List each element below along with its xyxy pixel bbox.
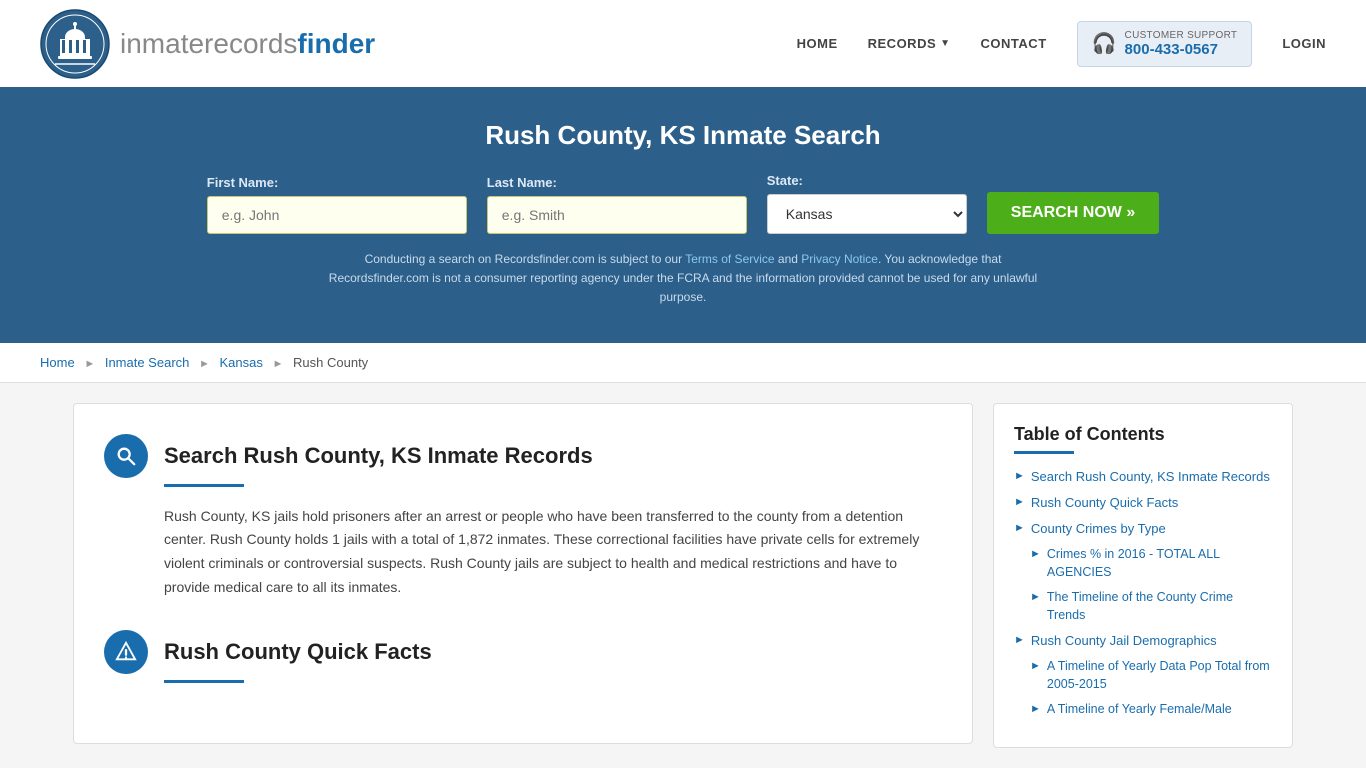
- breadcrumb-kansas[interactable]: Kansas: [220, 355, 263, 370]
- section1-header: Search Rush County, KS Inmate Records: [104, 434, 942, 478]
- alert-icon-circle: [104, 630, 148, 674]
- first-name-input[interactable]: [207, 196, 467, 234]
- logo-area: inmaterecordsfinder: [40, 9, 375, 79]
- support-number: 800-433-0567: [1125, 41, 1238, 58]
- state-group: State: Kansas Alabama Alaska Arizona Cal…: [767, 173, 967, 234]
- content-area: Search Rush County, KS Inmate Records Ru…: [73, 403, 973, 744]
- breadcrumb-sep-2: ►: [199, 358, 210, 370]
- toc-link-4[interactable]: Crimes % in 2016 - TOTAL ALL AGENCIES: [1047, 546, 1272, 581]
- main-container: Search Rush County, KS Inmate Records Ru…: [43, 403, 1323, 748]
- main-nav: HOME RECORDS ▼ CONTACT 🎧 CUSTOMER SUPPOR…: [797, 21, 1326, 67]
- section2-title: Rush County Quick Facts: [164, 639, 432, 665]
- toc-link-6[interactable]: Rush County Jail Demographics: [1031, 632, 1217, 650]
- toc-chevron-icon-3: ►: [1014, 522, 1025, 534]
- search-now-button[interactable]: SEARCH NOW »: [987, 192, 1159, 234]
- toc-link-7[interactable]: A Timeline of Yearly Data Pop Total from…: [1047, 658, 1272, 693]
- section1-body: Rush County, KS jails hold prisoners aft…: [164, 505, 942, 600]
- toc-item-2[interactable]: ► Rush County Quick Facts: [1014, 494, 1272, 512]
- hero-disclaimer: Conducting a search on Recordsfinder.com…: [323, 250, 1043, 308]
- section-quick-facts: Rush County Quick Facts: [104, 630, 942, 683]
- search-icon: [115, 445, 137, 467]
- last-name-group: Last Name:: [487, 175, 747, 234]
- toc-item-6[interactable]: ► Rush County Jail Demographics: [1014, 632, 1272, 650]
- state-label: State:: [767, 173, 967, 188]
- toc-sub-demographics: ► A Timeline of Yearly Data Pop Total fr…: [1030, 658, 1272, 719]
- logo-text: inmaterecordsfinder: [120, 28, 375, 60]
- tos-link[interactable]: Terms of Service: [685, 252, 774, 266]
- toc-item-5[interactable]: ► The Timeline of the County Crime Trend…: [1030, 589, 1272, 624]
- support-info: CUSTOMER SUPPORT 800-433-0567: [1125, 30, 1238, 58]
- breadcrumb: Home ► Inmate Search ► Kansas ► Rush Cou…: [0, 343, 1366, 383]
- nav-login[interactable]: LOGIN: [1282, 36, 1326, 51]
- breadcrumb-current: Rush County: [293, 355, 368, 370]
- search-icon-circle: [104, 434, 148, 478]
- nav-records[interactable]: RECORDS ▼: [868, 36, 951, 51]
- last-name-input[interactable]: [487, 196, 747, 234]
- toc-chevron-icon-1: ►: [1014, 470, 1025, 482]
- toc-chevron-icon-6: ►: [1014, 634, 1025, 646]
- section1-divider: [164, 484, 244, 487]
- headphone-icon: 🎧: [1092, 31, 1117, 56]
- section1-title: Search Rush County, KS Inmate Records: [164, 443, 593, 469]
- toc-box: Table of Contents ► Search Rush County, …: [993, 403, 1293, 748]
- breadcrumb-sep-3: ►: [273, 358, 284, 370]
- state-select[interactable]: Kansas Alabama Alaska Arizona California…: [767, 194, 967, 234]
- toc-link-2[interactable]: Rush County Quick Facts: [1031, 494, 1178, 512]
- first-name-label: First Name:: [207, 175, 467, 190]
- toc-chevron-icon-5: ►: [1030, 591, 1041, 603]
- section2-header: Rush County Quick Facts: [104, 630, 942, 674]
- toc-title: Table of Contents: [1014, 424, 1272, 445]
- logo-icon: [40, 9, 110, 79]
- toc-sub-crimes: ► Crimes % in 2016 - TOTAL ALL AGENCIES …: [1030, 546, 1272, 624]
- support-label: CUSTOMER SUPPORT: [1125, 30, 1238, 41]
- first-name-group: First Name:: [207, 175, 467, 234]
- toc-link-3[interactable]: County Crimes by Type: [1031, 520, 1166, 538]
- toc-divider: [1014, 451, 1074, 454]
- toc-item-4[interactable]: ► Crimes % in 2016 - TOTAL ALL AGENCIES: [1030, 546, 1272, 581]
- toc-item-7[interactable]: ► A Timeline of Yearly Data Pop Total fr…: [1030, 658, 1272, 693]
- breadcrumb-home[interactable]: Home: [40, 355, 75, 370]
- breadcrumb-sep-1: ►: [84, 358, 95, 370]
- breadcrumb-inmate-search[interactable]: Inmate Search: [105, 355, 190, 370]
- toc-link-5[interactable]: The Timeline of the County Crime Trends: [1047, 589, 1272, 624]
- toc-chevron-icon-2: ►: [1014, 496, 1025, 508]
- toc-chevron-icon-8: ►: [1030, 703, 1041, 715]
- hero-title: Rush County, KS Inmate Search: [40, 120, 1326, 151]
- search-form: First Name: Last Name: State: Kansas Ala…: [40, 173, 1326, 234]
- hero-section: Rush County, KS Inmate Search First Name…: [0, 90, 1366, 343]
- toc-link-1[interactable]: Search Rush County, KS Inmate Records: [1031, 468, 1270, 486]
- toc-item-8[interactable]: ► A Timeline of Yearly Female/Male: [1030, 701, 1272, 719]
- nav-home[interactable]: HOME: [797, 36, 838, 51]
- customer-support-box: 🎧 CUSTOMER SUPPORT 800-433-0567: [1077, 21, 1253, 67]
- records-chevron-down-icon: ▼: [940, 38, 950, 49]
- section-inmate-records: Search Rush County, KS Inmate Records Ru…: [104, 434, 942, 600]
- toc-item-3[interactable]: ► County Crimes by Type: [1014, 520, 1272, 538]
- privacy-link[interactable]: Privacy Notice: [801, 252, 878, 266]
- toc-link-8[interactable]: A Timeline of Yearly Female/Male: [1047, 701, 1232, 719]
- toc-chevron-icon-4: ►: [1030, 548, 1041, 560]
- sidebar: Table of Contents ► Search Rush County, …: [993, 403, 1293, 748]
- toc-chevron-icon-7: ►: [1030, 660, 1041, 672]
- section2-divider: [164, 680, 244, 683]
- site-header: inmaterecordsfinder HOME RECORDS ▼ CONTA…: [0, 0, 1366, 90]
- toc-item-1[interactable]: ► Search Rush County, KS Inmate Records: [1014, 468, 1272, 486]
- nav-contact[interactable]: CONTACT: [981, 36, 1047, 51]
- alert-icon: [115, 641, 137, 663]
- last-name-label: Last Name:: [487, 175, 747, 190]
